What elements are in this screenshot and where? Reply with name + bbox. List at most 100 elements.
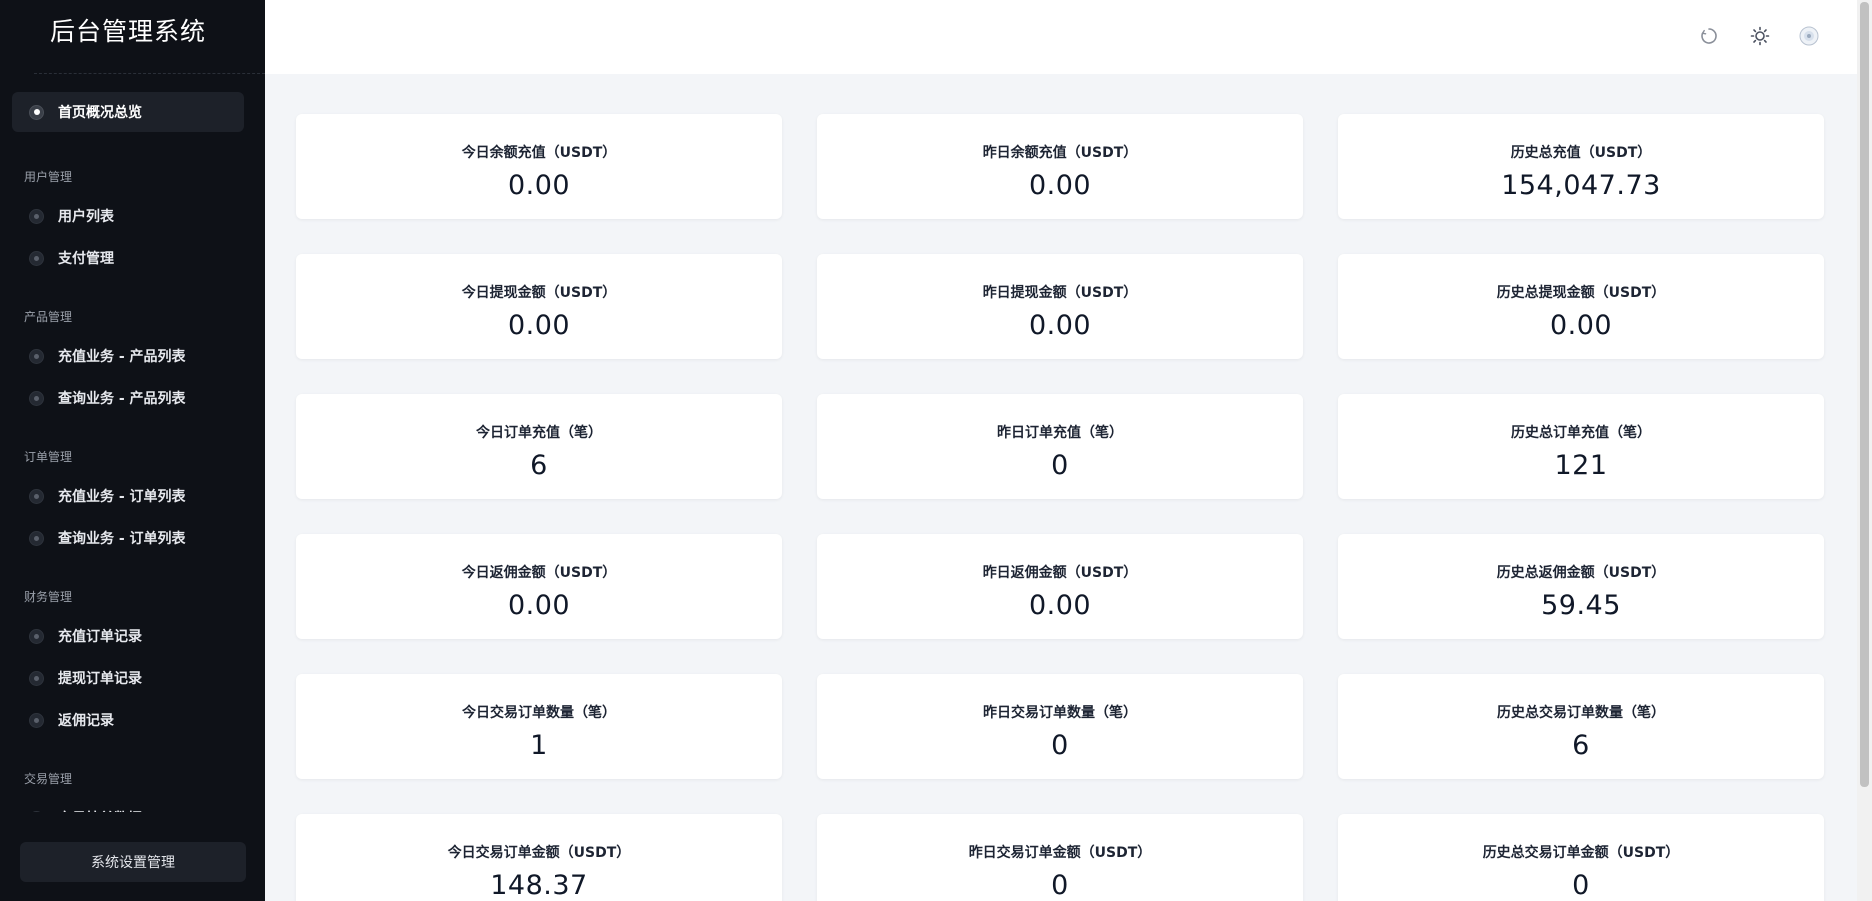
sidebar-item[interactable]: 支付管理 bbox=[12, 238, 244, 278]
radio-dot-icon bbox=[29, 810, 44, 812]
sidebar: 后台管理系统 首页概况总览用户管理用户列表支付管理产品管理充值业务 - 产品列表… bbox=[0, 0, 265, 901]
refresh-icon[interactable] bbox=[1697, 24, 1721, 48]
nav-group-label: 交易管理 bbox=[24, 772, 73, 786]
stat-label: 昨日交易订单金额（USDT） bbox=[968, 845, 1152, 861]
stat-card: 今日提现金额（USDT） 0.00 bbox=[296, 254, 782, 359]
sidebar-item[interactable]: 提现订单记录 bbox=[12, 658, 244, 698]
main-content: 今日余额充值（USDT） 0.00 昨日余额充值（USDT） 0.00 历史总充值（US… bbox=[265, 74, 1857, 901]
app-title: 后台管理系统 bbox=[50, 17, 207, 46]
stat-label: 历史总充值（USDT） bbox=[1510, 145, 1652, 161]
sidebar-item-label: 查询业务 - 产品列表 bbox=[58, 391, 186, 407]
scroll-thumb[interactable] bbox=[1860, 2, 1869, 787]
sidebar-item-label: 首页概况总览 bbox=[58, 105, 142, 121]
stat-label: 历史总返佣金额（USDT） bbox=[1496, 565, 1666, 581]
stat-label: 今日提现金额（USDT） bbox=[461, 285, 617, 301]
stat-value: 154,047.73 bbox=[1501, 170, 1661, 201]
stat-label: 历史总订单充值（笔） bbox=[1511, 425, 1651, 441]
stat-card: 历史总交易订单金额（USDT） 0 bbox=[1338, 814, 1824, 901]
avatar-icon[interactable] bbox=[1797, 24, 1821, 48]
system-settings-button[interactable]: 系统设置管理 bbox=[20, 842, 246, 882]
sidebar-item-label: 充值业务 - 产品列表 bbox=[58, 349, 186, 365]
sidebar-item-label: 查询业务 - 订单列表 bbox=[58, 531, 186, 547]
stat-card: 昨日余额充值（USDT） 0.00 bbox=[817, 114, 1303, 219]
stat-value: 59.45 bbox=[1541, 590, 1621, 621]
stat-label: 昨日提现金额（USDT） bbox=[982, 285, 1138, 301]
sidebar-item-label: 提现订单记录 bbox=[58, 671, 142, 687]
stat-value: 0.00 bbox=[507, 310, 571, 341]
stat-label: 历史总提现金额（USDT） bbox=[1496, 285, 1666, 301]
stat-card: 昨日交易订单数量（笔） 0 bbox=[817, 674, 1303, 779]
stat-label: 历史总交易订单金额（USDT） bbox=[1482, 845, 1680, 861]
stat-value: 0.00 bbox=[1549, 310, 1613, 341]
radio-dot-icon bbox=[29, 208, 44, 224]
radio-dot-icon bbox=[29, 348, 44, 364]
stat-card: 昨日返佣金额（USDT） 0.00 bbox=[817, 534, 1303, 639]
radio-dot-icon bbox=[29, 628, 44, 644]
stat-value: 0 bbox=[1572, 870, 1590, 901]
vertical-scrollbar[interactable] bbox=[1857, 0, 1872, 901]
stat-value: 0.00 bbox=[507, 590, 571, 621]
stat-card: 今日交易订单金额（USDT） 148.37 bbox=[296, 814, 782, 901]
radio-dot-icon bbox=[29, 488, 44, 504]
sidebar-item-label: 充值业务 - 订单列表 bbox=[58, 489, 186, 505]
stat-value: 1 bbox=[530, 730, 548, 761]
stat-label: 历史总交易订单数量（笔） bbox=[1497, 705, 1665, 721]
sidebar-item-label: 支付管理 bbox=[58, 251, 114, 267]
radio-dot-icon bbox=[29, 670, 44, 686]
stat-value: 121 bbox=[1554, 450, 1608, 481]
nav-group-label: 订单管理 bbox=[24, 450, 73, 464]
radio-dot-icon bbox=[29, 104, 44, 120]
stat-card: 今日订单充值（笔） 6 bbox=[296, 394, 782, 499]
sidebar-item[interactable]: 充值订单记录 bbox=[12, 616, 244, 656]
sidebar-item[interactable]: 返佣记录 bbox=[12, 700, 244, 740]
stat-card: 历史总提现金额（USDT） 0.00 bbox=[1338, 254, 1824, 359]
sidebar-item-label: 充值订单记录 bbox=[58, 629, 142, 645]
stat-card: 昨日交易订单金额（USDT） 0 bbox=[817, 814, 1303, 901]
sidebar-nav: 首页概况总览用户管理用户列表支付管理产品管理充值业务 - 产品列表 查询业务 - … bbox=[0, 92, 265, 812]
radio-dot-icon bbox=[29, 390, 44, 406]
stat-card: 历史总返佣金额（USDT） 59.45 bbox=[1338, 534, 1824, 639]
stat-value: 6 bbox=[1572, 730, 1590, 761]
stat-label: 昨日返佣金额（USDT） bbox=[982, 565, 1138, 581]
nav-group-label: 用户管理 bbox=[24, 170, 73, 184]
stat-label: 今日余额充值（USDT） bbox=[461, 145, 617, 161]
stat-card: 历史总订单充值（笔） 121 bbox=[1338, 394, 1824, 499]
stat-card: 今日返佣金额（USDT） 0.00 bbox=[296, 534, 782, 639]
radio-dot-icon bbox=[29, 712, 44, 728]
stat-label: 今日订单充值（笔） bbox=[476, 425, 602, 441]
stat-value: 0 bbox=[1051, 730, 1069, 761]
sidebar-item[interactable]: 用户列表 bbox=[12, 196, 244, 236]
radio-dot-icon bbox=[29, 530, 44, 546]
brand-divider bbox=[34, 73, 265, 74]
stat-card: 历史总交易订单数量（笔） 6 bbox=[1338, 674, 1824, 779]
stat-card: 今日余额充值（USDT） 0.00 bbox=[296, 114, 782, 219]
stat-value: 0.00 bbox=[1028, 170, 1092, 201]
stat-value: 0.00 bbox=[1028, 310, 1092, 341]
sidebar-item[interactable]: 查询业务 - 订单列表 bbox=[12, 518, 244, 558]
sun-icon[interactable] bbox=[1748, 24, 1772, 48]
sidebar-item[interactable]: 查询业务 - 产品列表 bbox=[12, 378, 244, 418]
stat-value: 6 bbox=[530, 450, 548, 481]
stat-value: 148.37 bbox=[490, 870, 588, 901]
stat-value: 0 bbox=[1051, 870, 1069, 901]
stat-label: 今日返佣金额（USDT） bbox=[461, 565, 617, 581]
sidebar-item-label: 用户列表 bbox=[58, 209, 114, 225]
radio-dot-icon bbox=[29, 250, 44, 266]
nav-group-label: 产品管理 bbox=[24, 310, 73, 324]
nav-group-label: 财务管理 bbox=[24, 590, 73, 604]
sidebar-item[interactable]: 首页概况总览 bbox=[12, 92, 244, 132]
sidebar-item[interactable]: 充值业务 - 订单列表 bbox=[12, 476, 244, 516]
stat-card: 昨日订单充值（笔） 0 bbox=[817, 394, 1303, 499]
stat-label: 今日交易订单数量（笔） bbox=[462, 705, 616, 721]
stats-grid: 今日余额充值（USDT） 0.00 昨日余额充值（USDT） 0.00 历史总充值（US… bbox=[296, 114, 1824, 901]
sidebar-item-label: 返佣记录 bbox=[58, 713, 114, 729]
stat-label: 昨日交易订单数量（笔） bbox=[983, 705, 1137, 721]
stat-label: 今日交易订单金额（USDT） bbox=[447, 845, 631, 861]
stat-card: 今日交易订单数量（笔） 1 bbox=[296, 674, 782, 779]
sidebar-item[interactable]: 交易挂单数据 bbox=[12, 798, 244, 812]
stat-label: 昨日订单充值（笔） bbox=[997, 425, 1123, 441]
sidebar-item[interactable]: 充值业务 - 产品列表 bbox=[12, 336, 244, 376]
stat-card: 昨日提现金额（USDT） 0.00 bbox=[817, 254, 1303, 359]
stat-card: 历史总充值（USDT） 154,047.73 bbox=[1338, 114, 1824, 219]
stat-value: 0.00 bbox=[1028, 590, 1092, 621]
